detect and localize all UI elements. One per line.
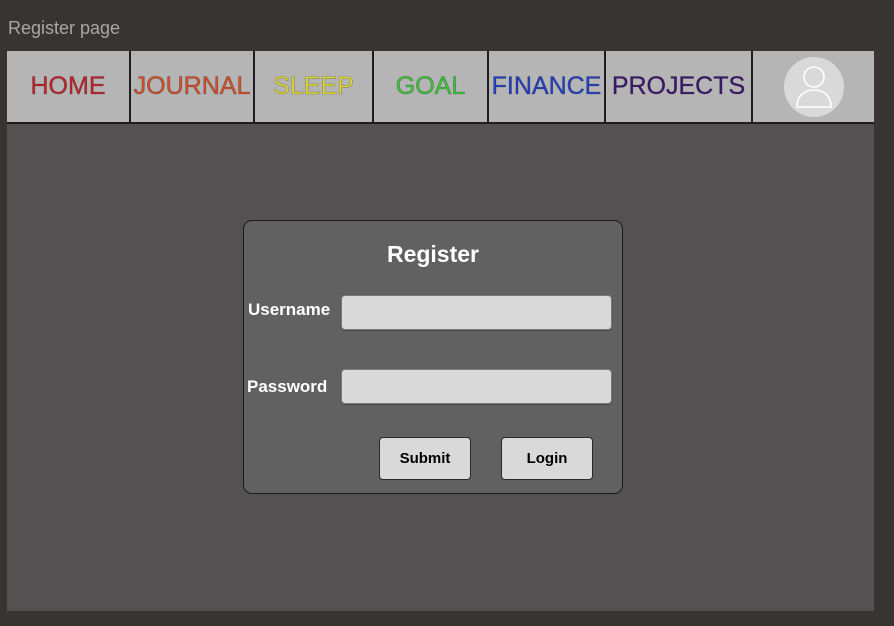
nav-item-label: PROJECTS [611, 72, 746, 101]
register-card: Register Username Password Submit Login [243, 220, 623, 494]
nav-item-label: FINANCE [491, 72, 602, 101]
user-avatar-icon [795, 65, 832, 108]
navbar: HOME JOURNAL SLEEP GOAL FINANCE PROJECTS [7, 51, 874, 124]
username-label: Username [248, 300, 331, 319]
submit-button[interactable]: Submit [379, 437, 471, 480]
nav-item-label: GOAL [395, 72, 466, 101]
nav-item-label: HOME [30, 72, 106, 101]
page-title: Register page [8, 18, 121, 38]
nav-item-sleep[interactable]: SLEEP [255, 51, 374, 122]
nav-item-finance[interactable]: FINANCE [489, 51, 606, 122]
avatar [783, 56, 844, 117]
avatar-button[interactable] [753, 51, 874, 122]
register-title: Register [386, 241, 480, 267]
password-input[interactable] [341, 369, 612, 404]
nav-item-label: JOURNAL [133, 72, 251, 101]
username-input[interactable] [341, 295, 612, 330]
nav-item-label: SLEEP [273, 72, 354, 101]
nav-item-home[interactable]: HOME [7, 51, 131, 122]
password-label: Password [247, 377, 328, 396]
nav-item-goal[interactable]: GOAL [374, 51, 489, 122]
nav-item-journal[interactable]: JOURNAL [131, 51, 255, 122]
app-frame: HOME JOURNAL SLEEP GOAL FINANCE PROJECTS [7, 51, 874, 611]
nav-item-projects[interactable]: PROJECTS [606, 51, 753, 122]
login-button[interactable]: Login [501, 437, 593, 480]
